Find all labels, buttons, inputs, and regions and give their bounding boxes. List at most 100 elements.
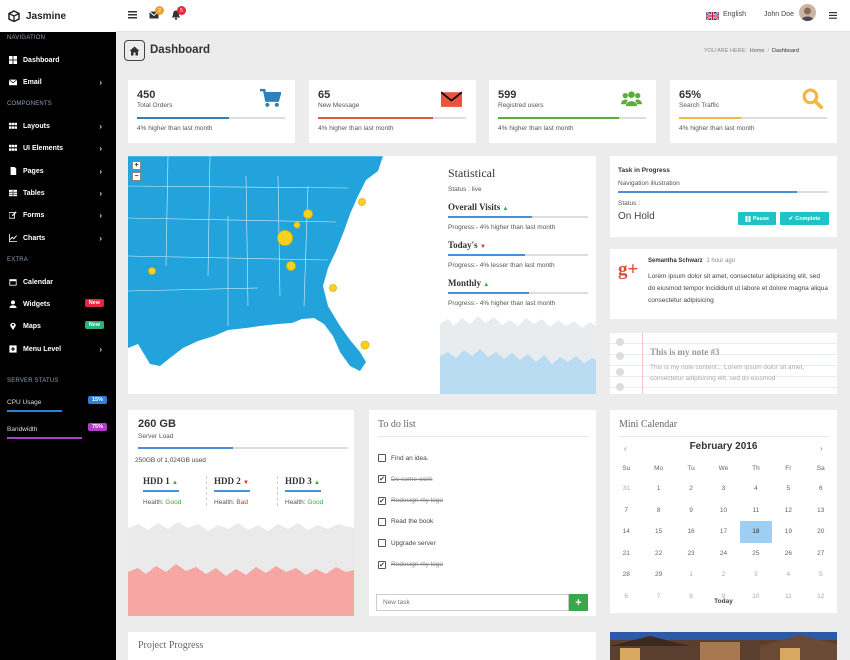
us-map[interactable] (128, 156, 440, 394)
complete-button[interactable]: ✔ Complete (780, 212, 829, 225)
language-select[interactable]: English (723, 11, 746, 18)
calendar-day[interactable]: 9 (675, 500, 707, 522)
sidebar-item-email[interactable]: Email › (8, 76, 108, 88)
calendar-day[interactable]: 19 (772, 521, 804, 543)
menu-toggle-icon[interactable] (128, 11, 137, 19)
pause-button[interactable]: Pause (738, 212, 776, 225)
todo-item[interactable]: ✔ Do some work (378, 475, 433, 484)
sidebar-item-calendar[interactable]: Calendar (8, 276, 108, 288)
checkbox-checked[interactable]: ✔ (378, 475, 386, 484)
calendar-day[interactable]: 15 (642, 521, 674, 543)
calendar-day[interactable]: 6 (805, 478, 837, 500)
calendar-day[interactable]: 17 (707, 521, 739, 543)
map-zoom-out-button[interactable]: − (132, 172, 141, 181)
user-icon (8, 300, 17, 309)
hdd-name: HDD 1 ▲ (143, 476, 178, 486)
calendar-day[interactable]: 13 (805, 500, 837, 522)
todo-item[interactable]: Upgrade server (378, 539, 436, 548)
calendar-day[interactable]: 1 (675, 564, 707, 586)
checkbox-checked[interactable]: ✔ (378, 496, 386, 505)
cpu-label: CPU Usage (7, 399, 42, 406)
calendar-day[interactable]: 3 (740, 564, 772, 586)
checkbox[interactable] (378, 454, 386, 462)
calendar-day[interactable]: 4 (740, 478, 772, 500)
sidebar-item-tables[interactable]: Tables › (8, 187, 108, 199)
calendar-day[interactable]: 21 (610, 543, 642, 565)
bandwidth-label: Bandwidth (7, 426, 38, 433)
calendar-day[interactable]: 1 (642, 478, 674, 500)
sidebar-item-label: Email (23, 78, 42, 86)
calendar-day[interactable]: 22 (642, 543, 674, 565)
calendar-day[interactable]: 2 (707, 564, 739, 586)
calendar-day[interactable]: 12 (772, 500, 804, 522)
calendar-day[interactable]: 3 (707, 478, 739, 500)
calendar-day-selected[interactable]: 18 (739, 521, 773, 543)
calendar-day[interactable]: 5 (805, 564, 837, 586)
calendar-divider (619, 436, 829, 437)
calendar-day[interactable]: 31 (610, 478, 642, 500)
stat-card-new-message: 65 New Message 4% higher than last month (309, 80, 476, 143)
sidebar-badge: New (84, 299, 104, 307)
sidebar-item-forms[interactable]: Forms › (8, 209, 108, 221)
sidebar-item-maps[interactable]: Maps New (8, 320, 108, 332)
todo-item[interactable]: ✔ Redesign my logo (378, 560, 443, 569)
calendar-month: February 2016 (689, 441, 758, 452)
calendar-day[interactable]: 5 (772, 478, 804, 500)
metric-progress-fill (448, 292, 530, 294)
section-server-status: SERVER STATUS (7, 378, 59, 384)
calendar-day[interactable]: 4 (772, 564, 804, 586)
calendar-day[interactable]: 26 (772, 543, 804, 565)
metric-progress-bar (448, 254, 588, 256)
task-status-label: Status : (618, 200, 641, 207)
add-task-button[interactable]: + (569, 594, 588, 611)
calendar-next-button[interactable]: › (820, 444, 823, 453)
checkbox[interactable] (378, 539, 386, 548)
trend-up-icon: ▲ (483, 282, 490, 288)
sidebar-item-ui-elements[interactable]: UI Elements › (8, 142, 108, 154)
calendar-day[interactable]: 2 (675, 478, 707, 500)
sidebar-item-label: Pages (23, 167, 44, 175)
calendar-day[interactable]: 27 (805, 543, 837, 565)
gplus-author[interactable]: Semantha Schwarz (648, 258, 703, 264)
calendar-day[interactable]: 25 (740, 543, 772, 565)
breadcrumb-home[interactable]: Home (750, 48, 765, 54)
sidebar-item-widgets[interactable]: Widgets New (8, 298, 108, 310)
todo-item[interactable]: Find an idea. (378, 454, 429, 462)
gplus-header: Semantha Schwarz 1 hour ago (648, 258, 735, 264)
users-icon (621, 88, 642, 109)
calendar-day[interactable]: 20 (805, 521, 837, 543)
checkbox-checked[interactable]: ✔ (378, 560, 386, 569)
map-zoom-in-button[interactable]: + (132, 161, 141, 170)
todo-item[interactable]: ✔ Redesign my logo (378, 496, 443, 505)
sidebar-item-pages[interactable]: Pages › (8, 165, 108, 177)
sidebar-item-charts[interactable]: Charts › (8, 232, 108, 244)
calendar-day[interactable]: 24 (707, 543, 739, 565)
calendar-day[interactable]: 29 (642, 564, 674, 586)
calendar-day[interactable]: 10 (707, 500, 739, 522)
stat-footnote: 4% higher than last month (679, 125, 755, 132)
calendar-day[interactable]: 16 (675, 521, 707, 543)
avatar[interactable] (799, 4, 816, 21)
sidebar-item-label: Forms (23, 211, 45, 219)
hdd-health: Health: Good (285, 499, 323, 506)
user-name[interactable]: John Doe (764, 11, 794, 18)
calendar-day[interactable]: 14 (610, 521, 642, 543)
cpu-badge: 15% (87, 396, 107, 404)
bandwidth-badge: 75% (87, 423, 107, 431)
calendar-day[interactable]: 28 (610, 564, 642, 586)
chevron-right-icon: › (99, 144, 102, 153)
calendar-today-button[interactable]: Today (610, 598, 837, 605)
new-task-input[interactable] (376, 594, 569, 611)
calendar-day[interactable]: 23 (675, 543, 707, 565)
calendar-day[interactable]: 7 (610, 500, 642, 522)
sidebar-item-menu-level[interactable]: Menu Level › (8, 343, 108, 355)
calendar-day[interactable]: 11 (740, 500, 772, 522)
todo-item[interactable]: Read the book (378, 517, 433, 526)
metric-name: Overall Visits ▲ (448, 202, 508, 212)
sidebar-item-layouts[interactable]: Layouts › (8, 120, 108, 132)
sidebar-item-dashboard[interactable]: Dashboard (8, 54, 108, 66)
settings-list-icon[interactable] (829, 12, 837, 19)
checkbox[interactable] (378, 517, 386, 526)
brand[interactable]: Jasmine (0, 0, 116, 32)
calendar-day[interactable]: 8 (642, 500, 674, 522)
